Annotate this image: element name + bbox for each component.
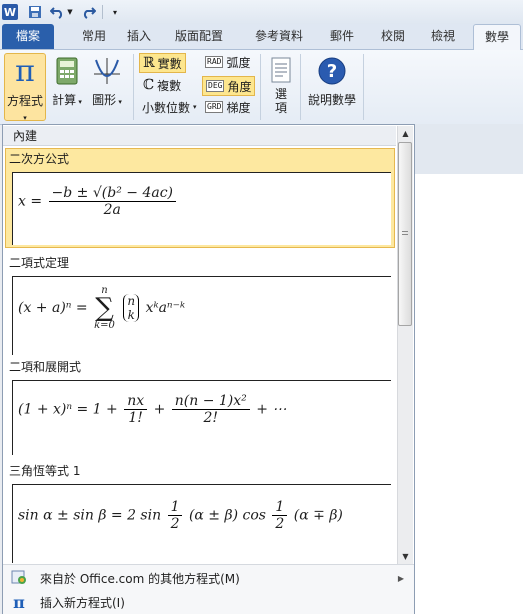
section-title: 二次方公式 — [9, 152, 70, 166]
binomial-theorem-formula: (x + a)ⁿ = n ∑ k=0 nk xᵏaⁿ⁻ᵏ — [18, 285, 186, 331]
more-equations-menu-item[interactable]: 來自於 Office.com 的其他方程式(M) ▶ — [3, 567, 414, 589]
tab-home[interactable]: 常用 — [72, 24, 116, 49]
compute-button[interactable]: 計算 ▾ — [50, 53, 84, 119]
redo-icon[interactable] — [80, 3, 98, 21]
section-title: 二項和展開式 — [9, 360, 82, 374]
complex-numbers-icon: ℂ — [143, 77, 155, 93]
degree-button[interactable]: DEG 角度 — [202, 76, 256, 96]
tab-mailings[interactable]: 郵件 — [320, 24, 364, 49]
compute-label: 計算 — [52, 93, 77, 107]
ribbon-tabs: 檔案 常用 插入 版面配置 參考資料 郵件 校閱 檢視 數學 — [0, 24, 523, 51]
office-online-icon — [8, 569, 30, 588]
more-equations-label: 來自於 Office.com 的其他方程式(M) — [40, 571, 240, 586]
graph-icon — [88, 53, 126, 89]
gallery-item-quadratic[interactable]: 二次方公式 x = −b ± √(b² − 4ac) 2a — [3, 150, 396, 246]
gallery-footer-menu: 來自於 Office.com 的其他方程式(M) ▶ π 插入新方程式(I) — [3, 564, 414, 614]
undo-dropdown-icon[interactable]: ▼ — [66, 3, 74, 21]
tab-file[interactable]: 檔案 — [2, 24, 54, 49]
gallery-item-binomial-expansion[interactable]: 二項和展開式 (1 + x)ⁿ = 1 + nx 1! + n(n − 1)x² 2… — [3, 358, 396, 458]
options-label: 選 項 — [274, 87, 287, 115]
radian-label: 弧度 — [226, 55, 251, 70]
equation-preview[interactable]: (1 + x)ⁿ = 1 + nx 1! + n(n − 1)x² 2! + ⋯ — [12, 380, 391, 455]
complex-button[interactable]: ℂ 複數 — [143, 76, 181, 94]
quick-access-toolbar: W ▼ ▾ — [0, 0, 523, 24]
insert-new-equation-menu-item[interactable]: π 插入新方程式(I) — [3, 591, 414, 613]
rad-icon: RAD — [205, 56, 224, 68]
document-area[interactable] — [415, 124, 523, 614]
equation-preview[interactable]: x = −b ± √(b² − 4ac) 2a — [12, 172, 391, 245]
options-button[interactable]: 選 項 — [266, 53, 296, 119]
tab-math[interactable]: 數學 — [473, 24, 521, 51]
scroll-up-icon[interactable]: ▲ — [398, 126, 413, 141]
real-button[interactable]: ℝ 實數 — [139, 53, 186, 73]
math-help-button[interactable]: ? 說明數學 — [305, 53, 359, 119]
pi-icon: π — [15, 54, 35, 89]
gallery-header: 內建 — [3, 126, 396, 146]
scroll-down-icon[interactable]: ▼ — [398, 549, 413, 564]
undo-icon[interactable] — [48, 3, 66, 21]
options-document-icon — [266, 53, 296, 87]
section-title: 二項式定理 — [9, 256, 70, 270]
equation-preview[interactable]: sin α ± sin β = 2 sin 12 (α ± β) cos 12 … — [12, 484, 391, 563]
calculator-icon — [50, 53, 84, 89]
trig-identity-formula: sin α ± sin β = 2 sin 12 (α ± β) cos 12 … — [18, 499, 343, 532]
equation-button[interactable]: π 方程式 ▾ — [4, 53, 46, 122]
equation-label: 方程式 — [6, 94, 43, 108]
complex-label: 複數 — [157, 78, 182, 93]
gradian-label: 梯度 — [226, 100, 251, 115]
gradian-button[interactable]: GRD 梯度 — [205, 99, 250, 115]
document-ruler-area — [415, 124, 523, 174]
real-label: 實數 — [157, 56, 182, 71]
word-app-icon[interactable]: W — [2, 4, 18, 20]
scroll-thumb[interactable] — [398, 142, 412, 326]
help-icon: ? — [305, 53, 359, 89]
math-ribbon: π 方程式 ▾ 計算 ▾ 圖形 ▾ ℝ 實數 ℂ 複數 小數位數 ▾ RAD 弧… — [0, 50, 523, 125]
deg-icon: DEG — [206, 80, 225, 92]
tab-references[interactable]: 參考資料 — [244, 24, 314, 49]
tab-view[interactable]: 檢視 — [421, 24, 465, 49]
graph-label: 圖形 — [92, 93, 117, 107]
graph-button[interactable]: 圖形 ▾ — [88, 53, 126, 119]
quadratic-formula: x = −b ± √(b² − 4ac) 2a — [18, 185, 178, 218]
section-title: 三角恆等式 1 — [9, 464, 81, 478]
gallery-item-trig-identity[interactable]: 三角恆等式 1 sin α ± sin β = 2 sin 12 (α ± β)… — [3, 462, 396, 563]
help-label: 說明數學 — [307, 93, 356, 107]
customize-toolbar-icon[interactable]: ▾ — [106, 3, 124, 21]
decimal-places-button[interactable]: 小數位數 ▾ — [142, 98, 197, 116]
radian-button[interactable]: RAD 弧度 — [205, 54, 250, 70]
real-numbers-icon: ℝ — [143, 55, 155, 71]
binomial-expansion-formula: (1 + x)ⁿ = 1 + nx 1! + n(n − 1)x² 2! + ⋯ — [18, 393, 287, 426]
decimal-label: 小數位數 — [142, 100, 191, 115]
submenu-arrow-icon: ▶ — [397, 573, 404, 583]
gallery-item-binomial-theorem[interactable]: 二項式定理 (x + a)ⁿ = n ∑ k=0 nk xᵏaⁿ⁻ᵏ — [3, 254, 396, 355]
pi-icon: π — [13, 592, 25, 612]
degree-label: 角度 — [227, 79, 252, 94]
tab-insert[interactable]: 插入 — [117, 24, 161, 49]
grd-icon: GRD — [205, 101, 224, 113]
save-icon[interactable] — [26, 3, 44, 21]
insert-new-equation-label: 插入新方程式(I) — [40, 595, 125, 610]
tab-page-layout[interactable]: 版面配置 — [166, 24, 232, 49]
equation-preview[interactable]: (x + a)ⁿ = n ∑ k=0 nk xᵏaⁿ⁻ᵏ — [12, 276, 391, 355]
svg-text:?: ? — [327, 61, 337, 82]
tab-review[interactable]: 校閱 — [371, 24, 415, 49]
